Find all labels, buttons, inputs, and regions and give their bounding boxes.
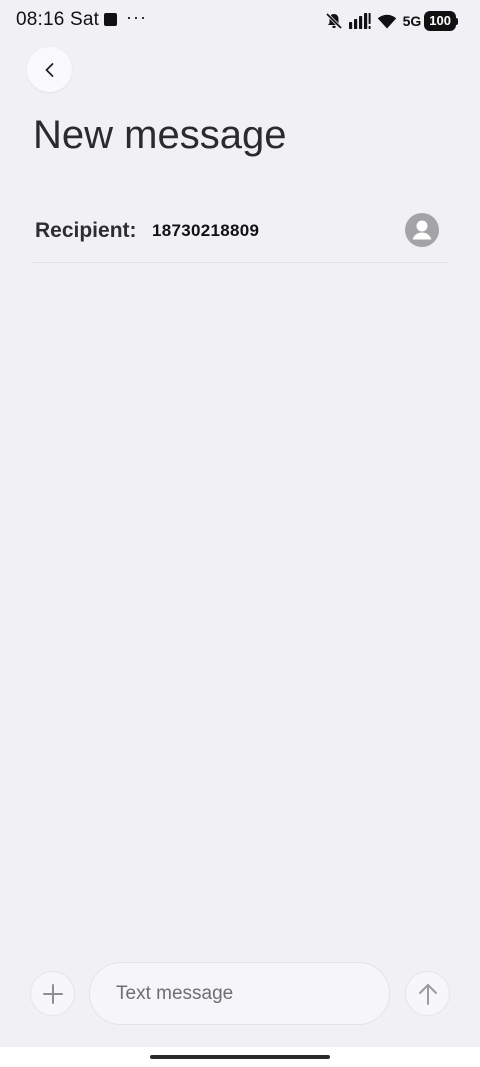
page-title: New message <box>33 113 287 157</box>
recipient-row[interactable]: Recipient: 18730218809 <box>34 204 446 260</box>
recipient-field[interactable]: 18730218809 <box>152 221 259 241</box>
attach-button[interactable] <box>30 971 75 1016</box>
signal-icon <box>348 13 371 29</box>
home-indicator[interactable] <box>150 1055 330 1059</box>
navigation-bar <box>0 1047 480 1067</box>
person-icon <box>405 213 439 247</box>
contact-picker-button[interactable] <box>405 213 439 247</box>
bell-off-icon <box>325 12 343 30</box>
battery-tip <box>456 17 458 25</box>
message-input[interactable] <box>89 962 390 1025</box>
status-time: 08:16 Sat <box>16 9 100 30</box>
send-button[interactable] <box>405 971 450 1016</box>
notification-app-icon <box>104 13 117 26</box>
recipient-label: Recipient: <box>35 219 137 242</box>
recipient-divider <box>32 262 448 263</box>
status-bar: 08:16 Sat ··· 5G 100 <box>0 0 480 42</box>
plus-icon <box>42 983 63 1004</box>
status-icons: 5G 100 <box>325 10 458 32</box>
arrow-up-icon <box>418 983 437 1005</box>
network-type-label: 5G <box>402 13 422 29</box>
more-notifications-indicator: ··· <box>126 7 147 27</box>
wifi-icon <box>377 13 397 29</box>
back-button[interactable] <box>27 47 72 92</box>
chevron-left-icon <box>45 62 53 77</box>
battery-icon: 100 <box>424 11 456 31</box>
